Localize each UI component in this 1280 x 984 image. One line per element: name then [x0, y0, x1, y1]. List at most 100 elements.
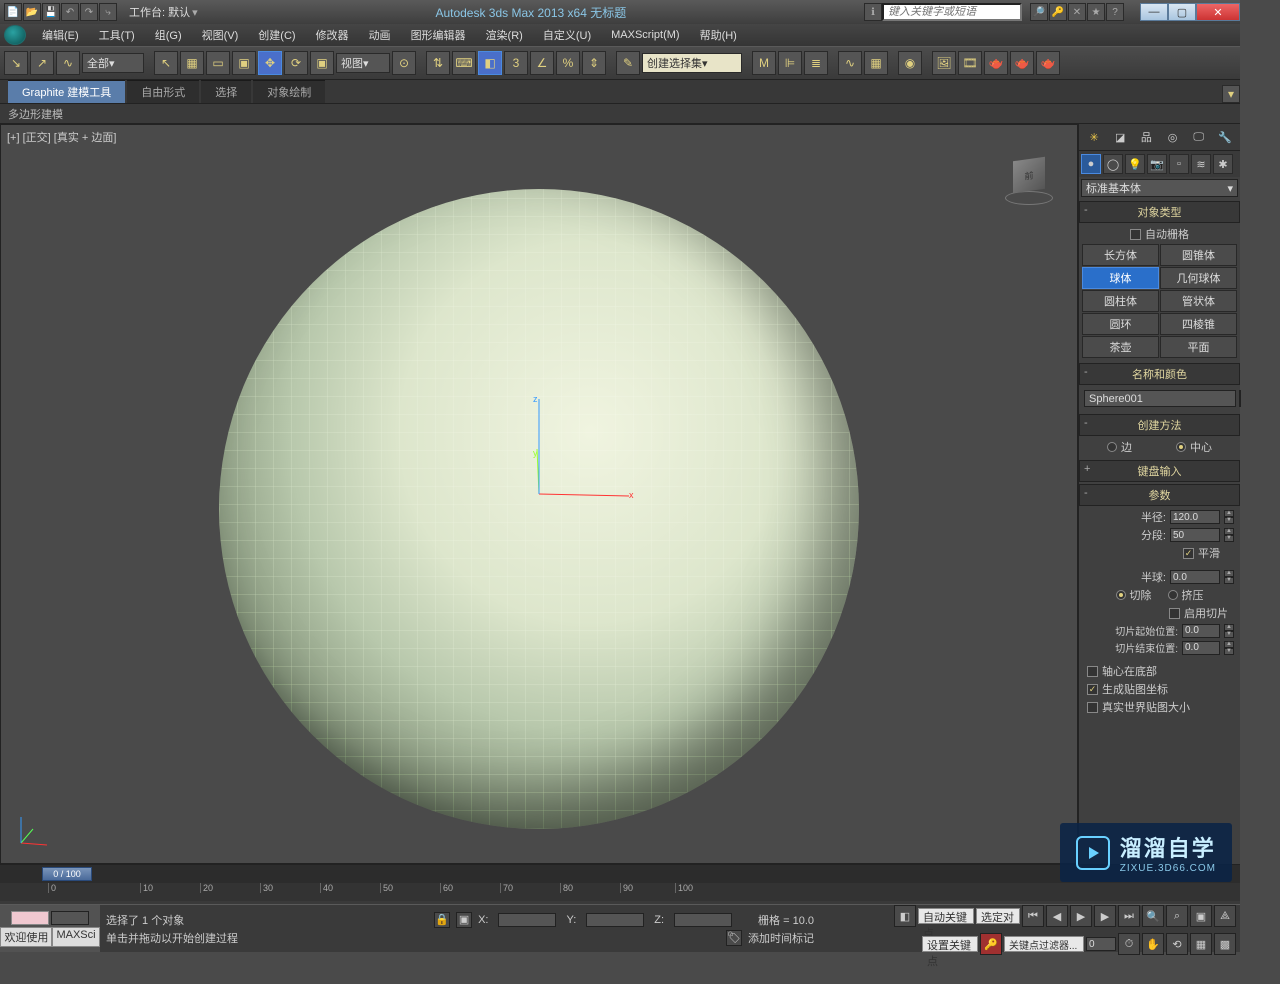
minimize-button[interactable]: —	[1140, 3, 1168, 21]
hierarchy-tab-icon[interactable]: 品	[1136, 127, 1156, 147]
undo-icon[interactable]: ↶	[61, 3, 79, 21]
app-logo-icon[interactable]	[4, 25, 26, 45]
new-icon[interactable]: 📄	[4, 3, 22, 21]
autokey-button[interactable]: 自动关键点	[918, 908, 974, 924]
save-icon[interactable]: 💾	[42, 3, 60, 21]
render-frame-icon[interactable]: 🎞	[958, 51, 982, 75]
spacewarps-icon[interactable]: ≋	[1191, 154, 1211, 174]
maximize-button[interactable]: ▢	[1168, 3, 1196, 21]
key-button-icon[interactable]: 🔑	[980, 933, 1002, 955]
bind-icon[interactable]: ∿	[56, 51, 80, 75]
motion-tab-icon[interactable]: ◎	[1163, 127, 1183, 147]
goto-start-icon[interactable]: ⏮	[1022, 905, 1044, 927]
select-scale-icon[interactable]: ▣	[310, 51, 334, 75]
radio-edge[interactable]	[1107, 442, 1117, 452]
lights-icon[interactable]: 💡	[1125, 154, 1145, 174]
menu-group[interactable]: 组(G)	[145, 27, 192, 43]
btn-geosphere[interactable]: 几何球体	[1160, 267, 1237, 289]
create-tab-icon[interactable]: ✳	[1084, 127, 1104, 147]
tab-selection[interactable]: 选择	[201, 80, 251, 103]
zoom-icon[interactable]: 🔍	[1142, 905, 1164, 927]
modify-tab-icon[interactable]: ◪	[1110, 127, 1130, 147]
snap-toggle-icon[interactable]: ◧	[478, 51, 502, 75]
time-tag-icon[interactable]: 🏷	[726, 930, 742, 946]
menu-views[interactable]: 视图(V)	[192, 27, 249, 43]
menu-graph[interactable]: 图形编辑器	[401, 27, 476, 43]
layers-icon[interactable]: ≣	[804, 51, 828, 75]
viewcube-face[interactable]: 前	[1013, 157, 1045, 193]
select-rect-icon[interactable]: ▭	[206, 51, 230, 75]
segments-spinner[interactable]	[1170, 528, 1220, 542]
percent-snap-icon[interactable]: %	[556, 51, 580, 75]
star-icon[interactable]: ★	[1087, 3, 1105, 21]
utilities-tab-icon[interactable]: 🔧	[1215, 127, 1235, 147]
btn-pyramid[interactable]: 四棱锥	[1160, 313, 1237, 335]
max-viewport-icon[interactable]: ▦	[1190, 933, 1212, 955]
rollout-params[interactable]: -参数	[1079, 484, 1240, 506]
coord-z-input[interactable]	[674, 913, 732, 927]
pan-icon[interactable]: ✋	[1142, 933, 1164, 955]
select-name-icon[interactable]: ▦	[180, 51, 204, 75]
menu-modifiers[interactable]: 修改器	[306, 27, 359, 43]
viewcube[interactable]: 前	[1001, 153, 1057, 209]
redo-icon[interactable]: ↷	[80, 3, 98, 21]
slice-checkbox[interactable]	[1169, 608, 1180, 619]
btn-torus[interactable]: 圆环	[1082, 313, 1159, 335]
hemisphere-spinner[interactable]	[1170, 570, 1220, 584]
menu-help[interactable]: 帮助(H)	[690, 27, 747, 43]
keyboard-shortcut-icon[interactable]: ⌨	[452, 51, 476, 75]
ribbon-collapse-icon[interactable]: ▾	[1222, 85, 1240, 103]
category-dropdown[interactable]: 标准基本体▾	[1081, 179, 1238, 197]
tab-paint[interactable]: 对象绘制	[253, 80, 325, 103]
rollout-object-type[interactable]: -对象类型	[1079, 201, 1240, 223]
rollout-creation[interactable]: -创建方法	[1079, 414, 1240, 436]
angle-snap-icon[interactable]: ∠	[530, 51, 554, 75]
time-slider-track[interactable]: 0 / 100	[0, 865, 1240, 883]
tab-graphite[interactable]: Graphite 建模工具	[8, 80, 125, 103]
autogrid-checkbox[interactable]	[1130, 229, 1141, 240]
curve-editor-icon[interactable]: ∿	[838, 51, 862, 75]
render-last-icon[interactable]: 🫖	[1010, 51, 1034, 75]
btn-cone[interactable]: 圆锥体	[1160, 244, 1237, 266]
fov-icon[interactable]: ⟁	[1214, 905, 1236, 927]
window-crossing-icon[interactable]: ▣	[232, 51, 256, 75]
render-prod-icon[interactable]: 🫖	[1036, 51, 1060, 75]
pivot-bottom-checkbox[interactable]	[1087, 666, 1098, 677]
exchange-icon[interactable]: ✕	[1068, 3, 1086, 21]
next-frame-icon[interactable]: ▶	[1094, 905, 1116, 927]
coord-y-input[interactable]	[586, 913, 644, 927]
workspace-label[interactable]: 工作台: 默认	[129, 4, 190, 20]
render-setup-icon[interactable]: 🖼	[932, 51, 956, 75]
menu-tools[interactable]: 工具(T)	[89, 27, 145, 43]
lock-icon[interactable]: 🔒	[434, 912, 450, 928]
zoom-all-icon[interactable]: ⌕	[1166, 905, 1188, 927]
trackbar-blank[interactable]	[51, 911, 89, 925]
material-editor-icon[interactable]: ◉	[898, 51, 922, 75]
open-icon[interactable]: 📂	[23, 3, 41, 21]
current-frame-input[interactable]	[1086, 937, 1116, 951]
min-max-icon[interactable]: ▩	[1214, 933, 1236, 955]
search-icon[interactable]: 🔎	[1030, 3, 1048, 21]
time-slider-handle[interactable]: 0 / 100	[42, 867, 92, 881]
slice-from-spinner[interactable]	[1182, 624, 1220, 638]
infocenter-icon[interactable]: ℹ	[864, 3, 882, 21]
comm-center-icon[interactable]: ◧	[894, 905, 916, 927]
menu-create[interactable]: 创建(C)	[248, 27, 305, 43]
btn-teapot[interactable]: 茶壶	[1082, 336, 1159, 358]
trackbar-swatch[interactable]	[11, 911, 49, 925]
render-icon[interactable]: 🫖	[984, 51, 1008, 75]
btn-sphere[interactable]: 球体	[1082, 267, 1159, 289]
radio-center[interactable]	[1176, 442, 1186, 452]
helpers-icon[interactable]: ▫	[1169, 154, 1189, 174]
unlink-icon[interactable]: ↗	[30, 51, 54, 75]
time-ruler[interactable]: 0 102030405060708090100	[0, 883, 1240, 901]
viewport[interactable]: [+] [正交] [真实 + 边面] 前 x y z	[0, 124, 1078, 864]
ref-coord-dropdown[interactable]: 视图 ▾	[336, 53, 390, 73]
key-filter-button[interactable]: 关键点过滤器...	[1004, 936, 1084, 952]
subtab-label[interactable]: 多边形建模	[8, 106, 63, 122]
schematic-icon[interactable]: ▦	[864, 51, 888, 75]
manipulate-icon[interactable]: ⇅	[426, 51, 450, 75]
play-icon[interactable]: ▶	[1070, 905, 1092, 927]
pivot-icon[interactable]: ⊙	[392, 51, 416, 75]
goto-end-icon[interactable]: ⏭	[1118, 905, 1140, 927]
